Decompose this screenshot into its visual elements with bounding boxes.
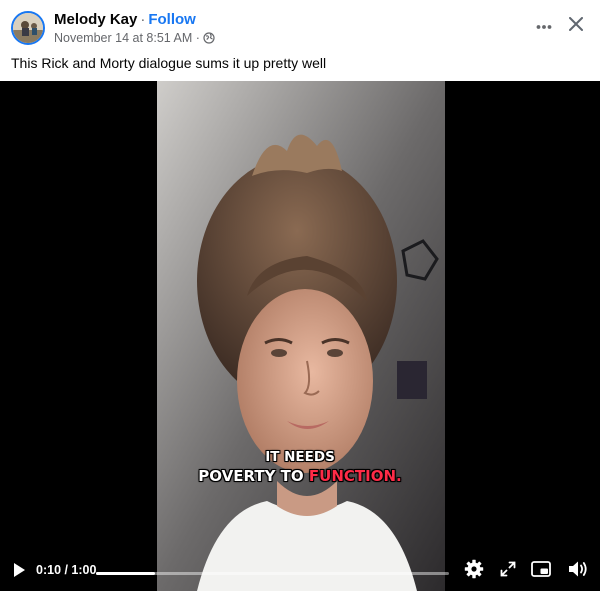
progress-fill: [96, 572, 155, 575]
subtitle-line-1: IT NEEDS: [265, 449, 335, 465]
volume-button[interactable]: [566, 560, 590, 582]
time-display: 0:10 / 1:00: [36, 563, 97, 577]
author-row: Melody Kay · Follow: [54, 11, 196, 29]
avatar[interactable]: [11, 11, 45, 45]
separator-dot: ·: [140, 11, 146, 28]
video-controls: 0:10 / 1:00: [0, 550, 600, 591]
more-horizontal-icon: [536, 17, 552, 35]
post-meta: November 14 at 8:51 AM ·: [54, 30, 215, 48]
volume-icon: [568, 560, 588, 583]
subtitle-plain: POVERTY TO: [198, 467, 309, 485]
globe-icon: [203, 32, 215, 48]
video-player[interactable]: IT NEEDS POVERTY TO FUNCTION. 0:10 / 1:0…: [0, 81, 600, 591]
picture-in-picture-button[interactable]: [529, 560, 553, 582]
subtitle-highlight: FUNCTION.: [308, 467, 402, 485]
picture-in-picture-icon: [531, 560, 551, 582]
fullscreen-button[interactable]: [497, 560, 519, 582]
expand-icon: [500, 561, 516, 582]
subtitle-line-2: POVERTY TO FUNCTION.: [0, 465, 600, 487]
more-options-button[interactable]: [529, 12, 559, 40]
post-caption: This Rick and Morty dialogue sums it up …: [11, 55, 327, 71]
play-button[interactable]: [8, 561, 30, 583]
follow-button[interactable]: Follow: [148, 11, 196, 28]
progress-bar[interactable]: [96, 572, 449, 575]
video-frame: [157, 81, 445, 591]
close-icon: [569, 16, 583, 36]
gear-icon: [464, 559, 484, 584]
post-timestamp[interactable]: November 14 at 8:51 AM: [54, 31, 192, 45]
settings-button[interactable]: [463, 559, 485, 584]
close-button[interactable]: [562, 12, 590, 40]
author-name[interactable]: Melody Kay: [54, 11, 137, 28]
play-icon: [12, 562, 26, 583]
post-card: Melody Kay · Follow November 14 at 8:51 AM…: [0, 0, 600, 591]
video-thumbnail: [157, 81, 445, 591]
video-subtitles: IT NEEDS POVERTY TO FUNCTION.: [0, 449, 600, 487]
meta-separator: ·: [195, 31, 200, 45]
